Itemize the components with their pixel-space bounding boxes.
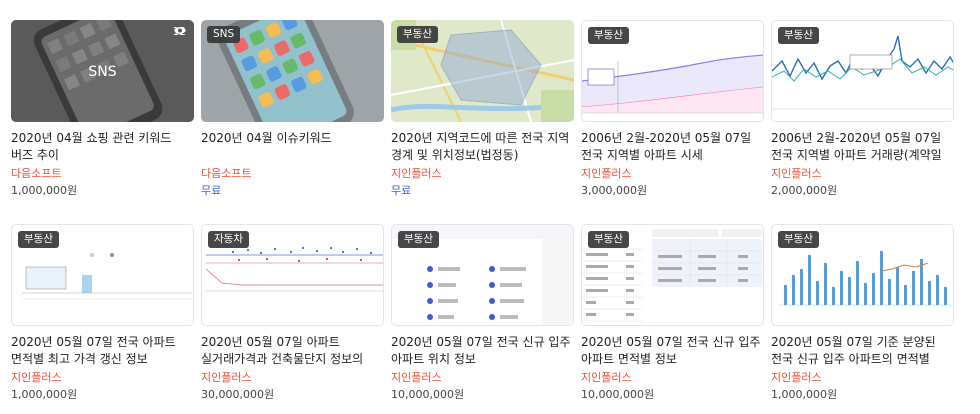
product-thumbnail[interactable]: 자동차 [201, 224, 384, 326]
product-seller[interactable]: 지인플러스 [771, 167, 954, 181]
product-title[interactable]: 2006년 2월-2020년 05월 07일 전국 지역별 아파트 시세 [581, 130, 764, 164]
product-seller[interactable]: 지인플러스 [581, 167, 764, 181]
product-title[interactable]: 2020년 05월 07일 전국 아파트 면적별 최고 가격 갱신 정보 [11, 334, 194, 368]
product-thumbnail[interactable]: 부동산 [391, 20, 574, 122]
product-thumbnail[interactable]: 부동산 [391, 224, 574, 326]
product-seller[interactable]: 지인플러스 [391, 167, 574, 181]
product-title[interactable]: 2020년 05월 07일 아파트 실거래가격과 건축물단지 정보의 매칭 정보 [201, 334, 384, 368]
product-card[interactable]: 자동차 2020년 05월 07일 아파트 실거래가격과 건축물단지 정보의 매… [201, 224, 384, 402]
product-title[interactable]: 2020년 04월 쇼핑 관련 키워드 버즈 추이 [11, 130, 194, 164]
category-badge: 부동산 [778, 27, 819, 44]
product-card[interactable]: 부동산 2020년 05월 07일 기준 분양된 전국 신규 입주 아파트의 면… [771, 224, 954, 402]
product-price: 1,000,000원 [11, 388, 78, 401]
product-card[interactable]: 부동산 2020년 지역코드에 따른 전국 지역 경계 및 위치정보(법정동) … [391, 20, 574, 198]
category-badge: 부동산 [18, 231, 59, 248]
product-price: 1,000,000원 [771, 388, 838, 401]
product-seller[interactable]: 지인플러스 [201, 371, 384, 385]
product-card[interactable]: SNS 2020년 04월 이슈키워드 다음소프트 무료 [201, 20, 384, 198]
product-seller[interactable]: 지인플러스 [11, 371, 194, 385]
product-seller[interactable]: 지인플러스 [581, 371, 764, 385]
product-card[interactable]: 부동산 2020년 05월 07일 전국 아파트 면적별 최고 가격 갱신 정보… [11, 224, 194, 402]
product-thumbnail[interactable]: 부동산 [771, 224, 954, 326]
product-seller[interactable]: 다음소프트 [201, 167, 384, 181]
product-title[interactable]: 2020년 05월 07일 기준 분양된 전국 신규 입주 아파트의 면적별 입… [771, 334, 954, 368]
product-thumbnail[interactable]: 부동산 [771, 20, 954, 122]
product-price: 10,000,000원 [581, 388, 655, 401]
product-title[interactable]: 2006년 2월-2020년 05월 07일 전국 지역별 아파트 거래량(계약… [771, 130, 954, 164]
product-thumbnail[interactable]: 부동산 [581, 20, 764, 122]
product-seller[interactable]: 다음소프트 [11, 167, 194, 181]
product-price: 1,000,000원 [11, 184, 78, 197]
product-price: 10,000,000원 [391, 388, 465, 401]
product-title[interactable]: 2020년 지역코드에 따른 전국 지역 경계 및 위치정보(법정동) [391, 130, 574, 164]
product-card[interactable]: 부동산 2006년 2월-2020년 05월 07일 전국 지역별 아파트 시세… [581, 20, 764, 198]
product-thumbnail[interactable]: SNS 12 [11, 20, 194, 122]
product-title[interactable]: 2020년 04월 이슈키워드 [201, 130, 384, 164]
product-price: 3,000,000원 [581, 184, 648, 197]
product-card[interactable]: 부동산 2020년 05월 07일 전국 신규 입주 아파트 위치 정보 지인플… [391, 224, 574, 402]
product-price: 무료 [201, 184, 222, 197]
product-thumbnail[interactable]: SNS [201, 20, 384, 122]
product-thumbnail[interactable]: 부동산 [581, 224, 764, 326]
product-card[interactable]: SNS 12 2020년 04월 쇼핑 관련 키워드 버즈 추이 다음소프트 1… [11, 20, 194, 198]
category-badge: 부동산 [778, 231, 819, 248]
category-badge: 부동산 [588, 231, 629, 248]
product-title[interactable]: 2020년 05월 07일 전국 신규 입주 아파트 면적별 정보 [581, 334, 764, 368]
product-seller[interactable]: 지인플러스 [391, 371, 574, 385]
category-badge: 부동산 [588, 27, 629, 44]
product-seller[interactable]: 지인플러스 [771, 371, 954, 385]
product-thumbnail[interactable]: 부동산 [11, 224, 194, 326]
product-card[interactable]: 부동산 2006년 2월-2020년 05월 07일 전국 지역별 아파트 거래… [771, 20, 954, 198]
product-card[interactable]: 부동산 2020년 05월 07일 전국 신규 입주 아파트 면적별 정보 지인… [581, 224, 764, 402]
category-badge: 자동차 [208, 231, 249, 248]
product-price: 30,000,000원 [201, 388, 275, 401]
eye-icon [173, 27, 186, 34]
thumbnail-overlay-text: SNS [88, 64, 117, 80]
category-badge: SNS [207, 26, 241, 43]
product-title[interactable]: 2020년 05월 07일 전국 신규 입주 아파트 위치 정보 [391, 334, 574, 368]
view-count: 12 [173, 26, 186, 38]
category-badge: 부동산 [397, 26, 438, 43]
product-price: 무료 [391, 184, 412, 197]
product-price: 2,000,000원 [771, 184, 838, 197]
category-badge: 부동산 [398, 231, 439, 248]
